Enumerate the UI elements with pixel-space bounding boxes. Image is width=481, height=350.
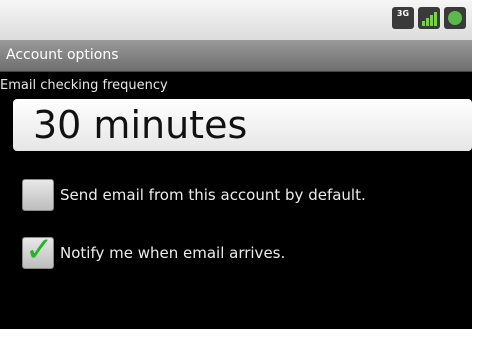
page-title: Account options: [6, 47, 119, 63]
title-bar: Account options: [0, 40, 472, 72]
send-default-preference[interactable]: Send email from this account by default.: [22, 179, 366, 211]
email-frequency-selector[interactable]: 30 minutes: [13, 99, 472, 151]
status-bar: 3G: [0, 0, 472, 40]
battery-icon: [444, 7, 466, 29]
3g-icon: 3G: [392, 7, 414, 29]
signal-icon: [418, 7, 440, 29]
notify-checkbox[interactable]: [22, 230, 54, 270]
send-default-checkbox[interactable]: [22, 179, 54, 211]
device-screen: 3G Account options Email checking freque…: [0, 0, 472, 329]
notify-preference[interactable]: Notify me when email arrives.: [22, 230, 286, 270]
send-default-label: Send email from this account by default.: [60, 186, 366, 204]
notify-label: Notify me when email arrives.: [60, 244, 286, 262]
network-type-label: 3G: [396, 9, 410, 18]
status-icons: 3G: [392, 7, 466, 29]
email-frequency-header: Email checking frequency: [0, 78, 168, 93]
